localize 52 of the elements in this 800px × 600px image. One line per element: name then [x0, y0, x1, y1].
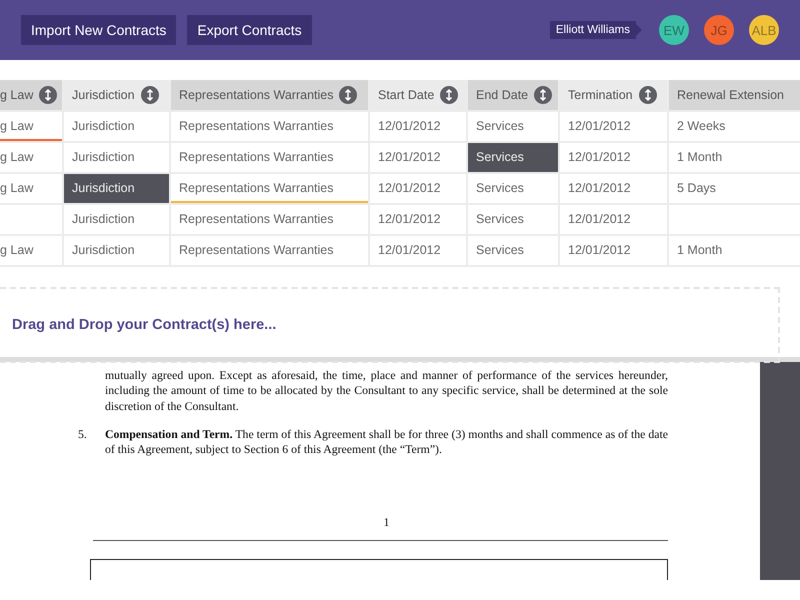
document-clause: Compensation and Term. The term of this Agreement shall be for three (3) months and shall commence as of the date of this Agreement, subject to Section 6 of this Agreement (the “Term”).	[105, 426, 668, 458]
table-cell[interactable]: g Law	[0, 112, 62, 141]
user-tooltip: Elliott Williams	[550, 21, 642, 39]
table-cell[interactable]: Services	[468, 112, 558, 141]
sort-icon[interactable]	[638, 86, 657, 104]
table-cell[interactable]: Jurisdiction	[64, 236, 169, 265]
table-cell[interactable]: 12/01/2012	[370, 143, 466, 172]
table-cell[interactable]: g Law	[0, 174, 62, 203]
table-cell[interactable]: 12/01/2012	[560, 143, 667, 172]
table-cell[interactable]: Representations Warranties	[171, 236, 368, 265]
table-cell[interactable]: 5 Days	[669, 174, 800, 203]
table-cell[interactable]: Representations Warranties	[171, 143, 368, 172]
table-cell[interactable]: Services	[468, 143, 558, 172]
page-number: 1	[384, 515, 390, 530]
table-cell[interactable]: Jurisdiction	[64, 174, 169, 203]
table-cell[interactable]: 1 Month	[669, 143, 800, 172]
clause-number: 5.	[78, 426, 88, 443]
table-cell[interactable]: 12/01/2012	[560, 112, 667, 141]
table-cell[interactable]: g Law	[0, 236, 62, 265]
sort-icon[interactable]	[140, 86, 159, 104]
table-cell[interactable]: Jurisdiction	[64, 205, 169, 234]
sort-icon[interactable]	[339, 86, 358, 104]
table-cell[interactable]: Services	[468, 205, 558, 234]
toolbar-button[interactable]: Import New Contracts	[21, 15, 176, 45]
table-cell[interactable]: Services	[468, 236, 558, 265]
document-paragraph: mutually agreed upon. Except as aforesaid, the time, place and manner of performance of the services hereunder, including the amount of time to be allocated by the Consultant to any specific service, shall be determined at the sole discretion of the Consultant.	[105, 368, 668, 414]
table-cell[interactable]: Representations Warranties	[171, 205, 368, 234]
column-header[interactable]: End Date	[468, 80, 558, 110]
table-cell[interactable]: Representations Warranties	[171, 174, 368, 203]
table-cell[interactable]: g Law	[0, 143, 62, 172]
table-cell[interactable]: 12/01/2012	[560, 236, 667, 265]
column-header[interactable]: Renewal Extension	[669, 80, 800, 110]
table-cell[interactable]: 2 Weeks	[669, 112, 800, 141]
tooltip-pointer-icon	[636, 24, 642, 36]
table-cell[interactable]: Jurisdiction	[64, 112, 169, 141]
sort-icon[interactable]	[440, 86, 458, 104]
table-cell[interactable]: 12/01/2012	[370, 236, 466, 265]
drop-zone[interactable]: Drag and Drop your Contract(s) here...	[0, 287, 780, 363]
toolbar-button[interactable]: Export Contracts	[187, 15, 312, 45]
table-cell[interactable]: 12/01/2012	[370, 205, 466, 234]
table-cell[interactable]: Services	[468, 174, 558, 203]
column-header[interactable]: g Law	[0, 80, 62, 110]
table-cell[interactable]: Representations Warranties	[171, 112, 368, 141]
table-cell[interactable]: 12/01/2012	[560, 205, 667, 234]
table-cell[interactable]: Jurisdiction	[64, 143, 169, 172]
table-cell[interactable]: 12/01/2012	[370, 174, 466, 203]
table-cell[interactable]: 12/01/2012	[560, 174, 667, 203]
column-header[interactable]: Representations Warranties	[171, 80, 368, 110]
sort-icon[interactable]	[534, 86, 552, 104]
table-cell[interactable]: 12/01/2012	[370, 112, 466, 141]
table-cell[interactable]: 1 Month	[669, 236, 800, 265]
sort-icon[interactable]	[39, 86, 58, 104]
